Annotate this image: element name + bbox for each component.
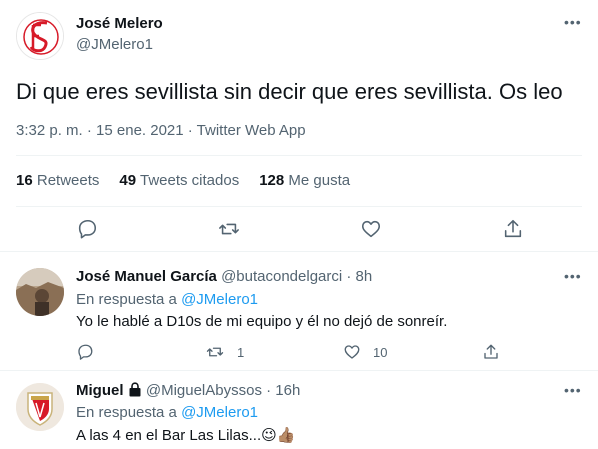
lock-icon — [128, 382, 142, 401]
likes-stat[interactable]: 128 Me gusta — [259, 172, 350, 189]
tweet-text: Di que eres sevillista sin decir que ere… — [16, 79, 563, 104]
reply-header: José Manuel García @butacondelgarci · 8h — [76, 268, 372, 285]
more-icon[interactable]: ••• — [564, 14, 582, 30]
like-count: 10 — [373, 345, 388, 360]
avatar[interactable] — [16, 12, 64, 60]
avatar[interactable] — [16, 383, 64, 431]
author-name[interactable]: José Melero — [76, 15, 163, 32]
avatar[interactable] — [16, 268, 64, 316]
author-handle[interactable]: @JMelero1 — [76, 36, 153, 53]
more-icon[interactable]: ••• — [564, 382, 582, 398]
share-icon[interactable] — [482, 343, 500, 361]
tweet-meta[interactable]: 3:32 p. m. · 15 ene. 2021 · Twitter Web … — [16, 122, 306, 139]
reply-text: A las 4 en el Bar Las Lilas...😉👍🏽 — [76, 427, 296, 444]
more-icon[interactable]: ••• — [564, 268, 582, 284]
tweet-stats: 16 Retweets 49 Tweets citados 128 Me gus… — [16, 172, 370, 189]
reply-tweet[interactable]: José Manuel García @butacondelgarci · 8h… — [0, 252, 598, 371]
retweet-icon[interactable] — [218, 218, 240, 240]
reply-to-link[interactable]: @JMelero1 — [181, 291, 258, 308]
reply-tweet[interactable]: Miguel @MiguelAbyssos · 16h ••• En respu… — [0, 371, 598, 449]
reply-author-name[interactable]: José Manuel García — [76, 268, 217, 285]
sevilla-crest-icon — [17, 13, 63, 59]
reply-context: En respuesta a @JMelero1 — [76, 291, 258, 308]
reply-author-handle[interactable]: @butacondelgarci — [221, 268, 342, 285]
retweets-stat[interactable]: 16 Retweets — [16, 172, 99, 189]
share-icon[interactable] — [502, 218, 524, 240]
reply-header: Miguel @MiguelAbyssos · 16h — [76, 382, 300, 401]
reply-icon[interactable] — [76, 343, 94, 361]
retweet-icon[interactable] — [206, 343, 224, 361]
divider — [16, 155, 582, 156]
main-tweet: José Melero @JMelero1 ••• Di que eres se… — [0, 0, 598, 252]
tweet-actions — [0, 218, 598, 242]
reply-context: En respuesta a @JMelero1 — [76, 404, 258, 421]
reply-time[interactable]: · 8h — [346, 268, 372, 285]
quotes-stat[interactable]: 49 Tweets citados — [119, 172, 239, 189]
reply-author-handle[interactable]: @MiguelAbyssos — [146, 382, 262, 399]
reply-to-link[interactable]: @JMelero1 — [181, 404, 258, 421]
like-icon[interactable] — [343, 343, 361, 361]
retweet-count: 1 — [237, 345, 245, 360]
reply-author-name[interactable]: Miguel — [76, 382, 124, 399]
reply-text: Yo le hablé a D10s de mi equipo y él no … — [76, 313, 448, 330]
divider — [16, 206, 582, 207]
reply-icon[interactable] — [76, 218, 98, 240]
reply-time[interactable]: · 16h — [266, 382, 300, 399]
like-icon[interactable] — [360, 218, 382, 240]
